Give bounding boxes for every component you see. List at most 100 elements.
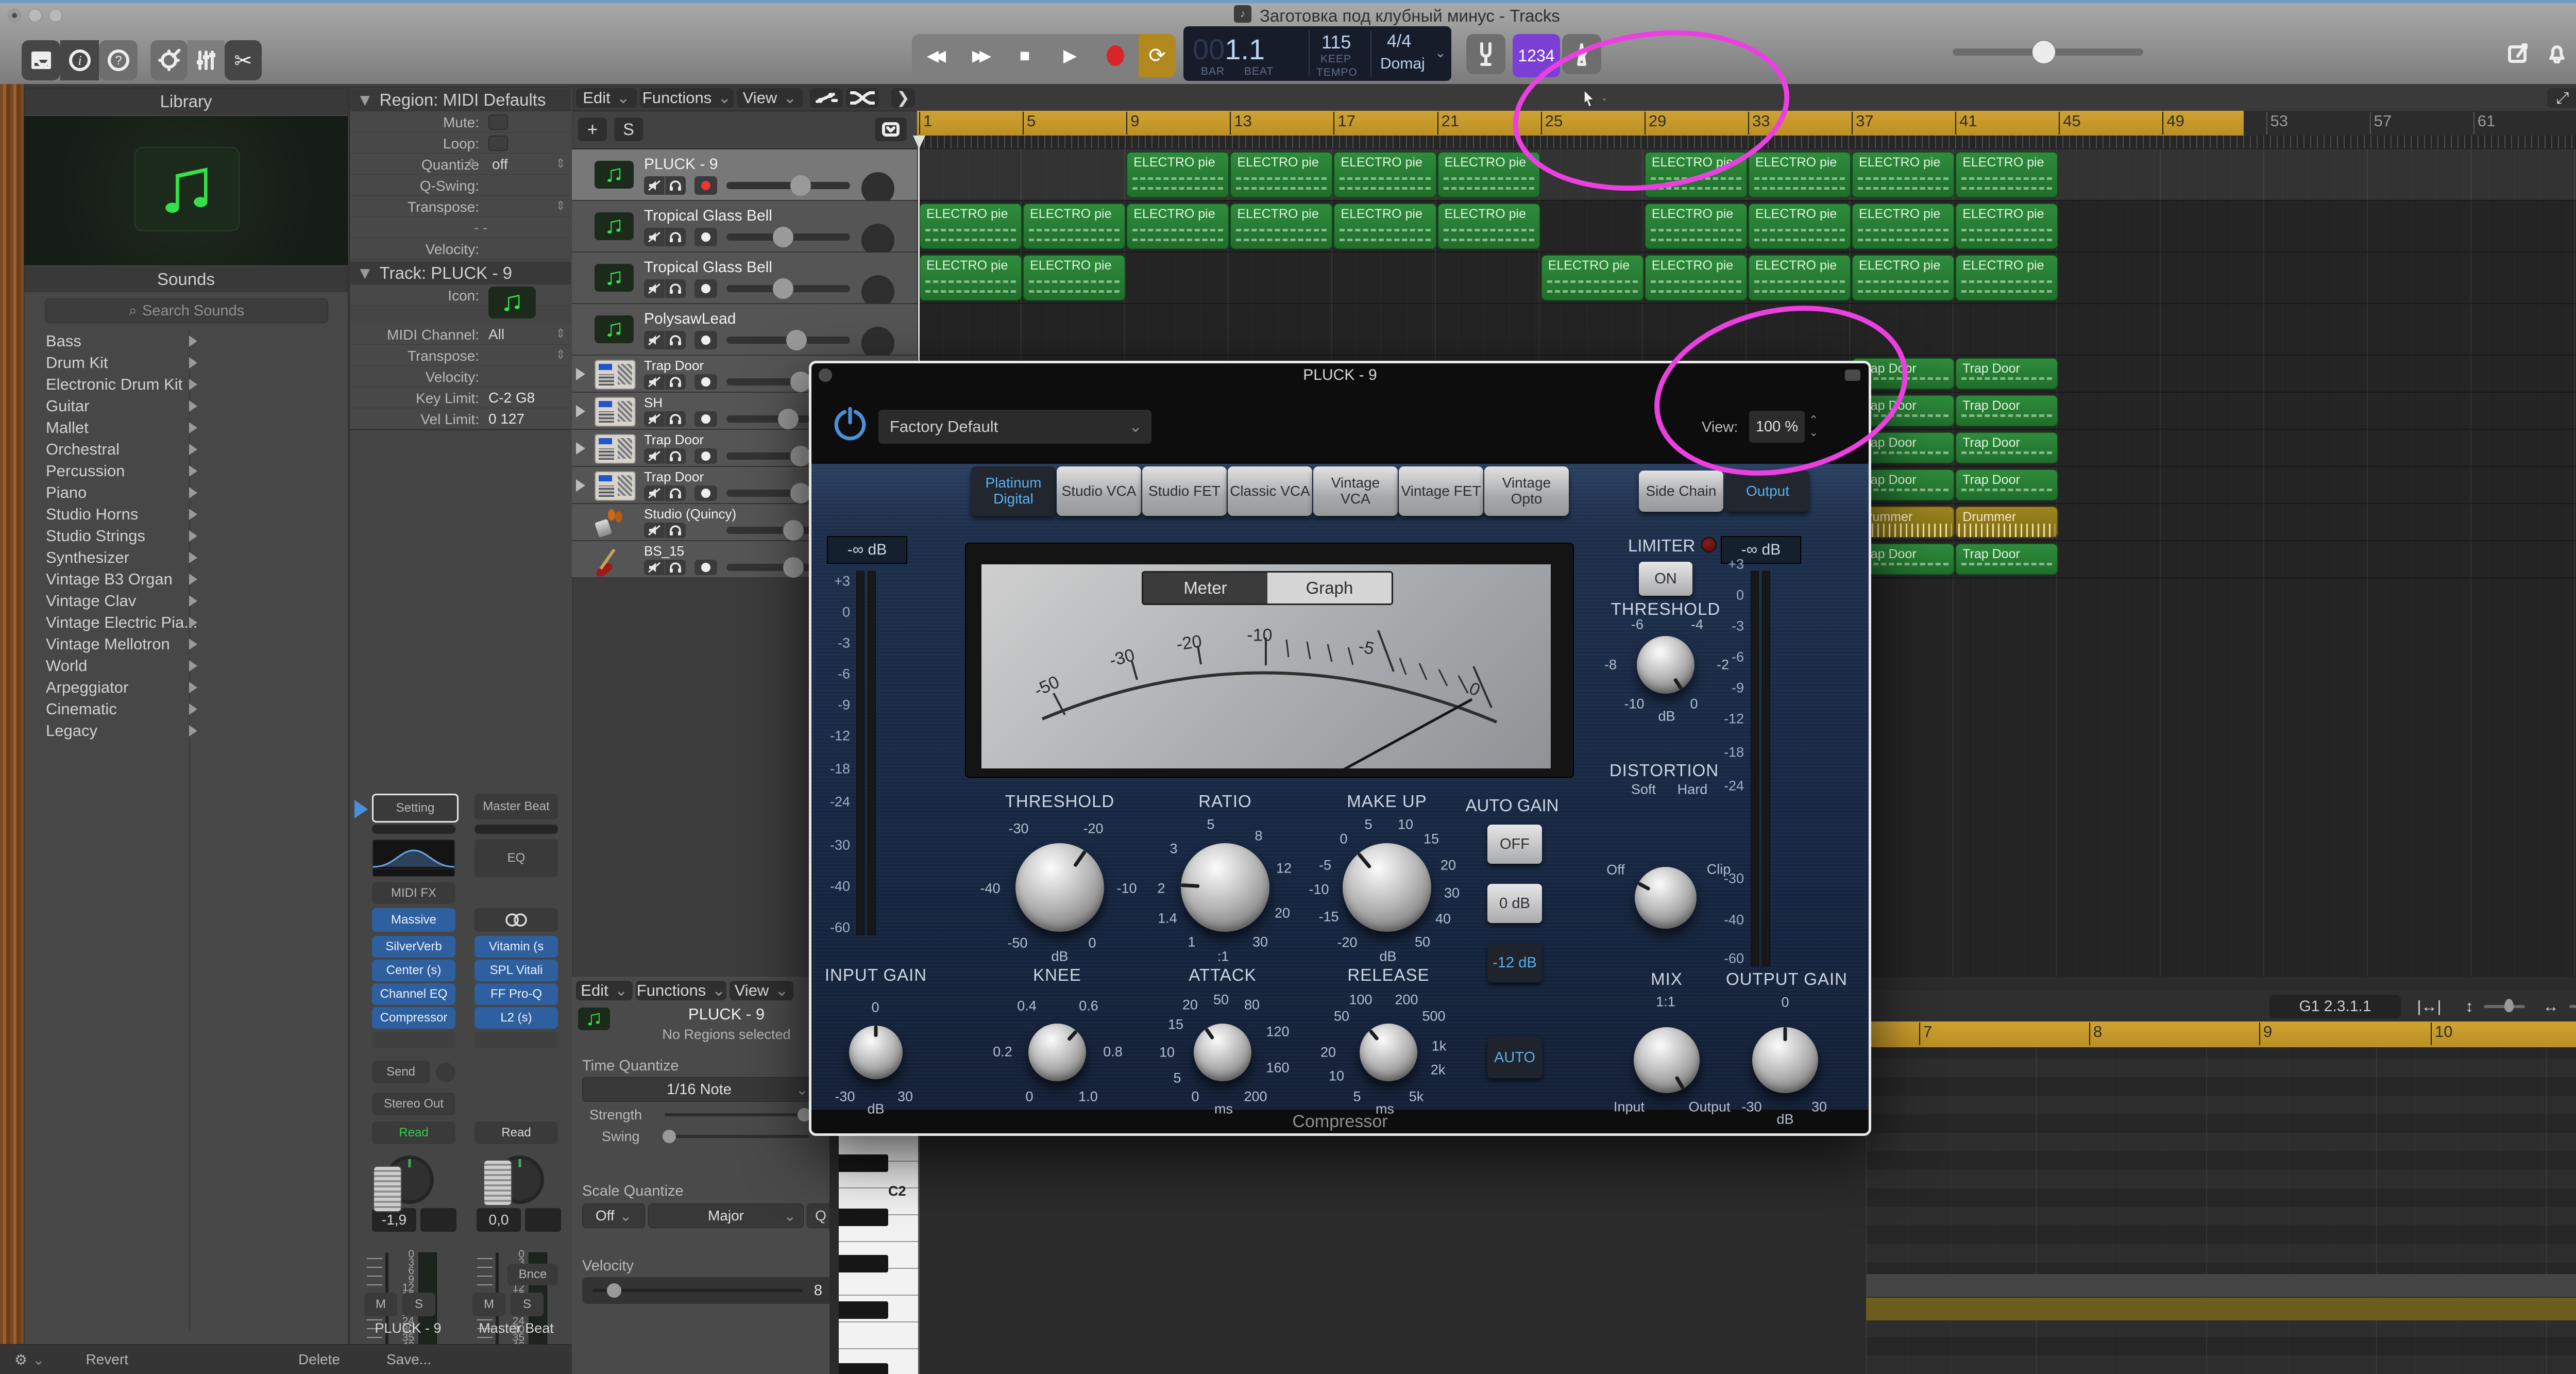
output-button[interactable]: Output [1726,471,1809,512]
tab-studio-fet[interactable]: Studio FET [1142,466,1227,516]
knob-threshold[interactable] [1637,636,1694,694]
ruler-bar-21[interactable]: 21 [1437,112,1459,135]
ruler-bar-49[interactable]: 49 [2162,112,2184,135]
library-item-synthesizer[interactable]: Synthesizer [24,547,211,568]
auto-gain-0-db[interactable]: 0 dB [1487,884,1542,923]
swing-slider[interactable] [665,1135,809,1138]
master-fx-empty-slot[interactable] [474,1032,558,1048]
track-icon-well[interactable] [488,287,536,319]
region-trap-door[interactable]: Trap Door [1955,358,2058,390]
auto-gain-off[interactable]: OFF [1487,825,1542,864]
revert-button[interactable]: Revert [86,1351,128,1368]
audio-fx-slot-4[interactable]: Compressor [372,1007,455,1029]
automation-mode-button[interactable]: Read [372,1121,455,1144]
region-trap-door[interactable]: Trap Door [1955,395,2058,427]
master-eq-slot[interactable]: EQ [474,839,558,877]
knob-make-up[interactable] [1343,843,1431,932]
region-electro-pie[interactable]: ELECTRO pie [1645,255,1748,301]
track-mute-button[interactable] [644,176,665,195]
black-key[interactable] [839,1363,888,1374]
strength-slider[interactable] [665,1113,809,1116]
track-mute-button[interactable] [644,523,665,538]
region-electro-pie[interactable]: ELECTRO pie [1955,255,2058,301]
master-fx-slot-2[interactable]: SPL Vitali [474,960,558,981]
region-electro-pie[interactable]: ELECTRO pie [1333,152,1436,198]
track-mute-button[interactable] [644,485,665,501]
disclosure-triangle[interactable] [576,405,585,417]
limiter-on-button[interactable]: ON [1639,562,1692,596]
ruler-bar-53[interactable]: 53 [2266,112,2288,135]
editor-grid[interactable] [1866,1047,2576,1374]
region-electro-pie[interactable]: ELECTRO pie [1645,203,1748,249]
rewind-button[interactable]: ◀◀ [912,34,956,77]
region-electro-pie[interactable]: ELECTRO pie [1852,152,1955,198]
region-electro-pie[interactable]: ELECTRO pie [919,255,1022,301]
tab-studio-vca[interactable]: Studio VCA [1057,466,1141,516]
library-item-drum-kit[interactable]: Drum Kit [24,352,211,374]
key-limit-value[interactable]: C-2 G8 [488,390,535,406]
track-solo-button[interactable] [665,374,686,390]
region-electro-pie[interactable]: ELECTRO pie [1541,255,1644,301]
ruler-bar-17[interactable]: 17 [1333,112,1355,135]
piano-keyboard[interactable]: C2 [839,1134,920,1374]
channel-mute-button[interactable]: M [364,1293,397,1316]
track-record-enable-button[interactable] [694,331,717,349]
disclosure-triangle[interactable] [576,368,585,380]
track-record-enable-button[interactable] [694,411,717,427]
quick-help-button[interactable]: ? [99,40,138,80]
track-mute-button[interactable] [644,560,665,575]
library-item-arpeggiator[interactable]: Arpeggiator [24,677,211,698]
add-track-button[interactable]: + [578,118,607,141]
region-electro-pie[interactable]: ELECTRO pie [1437,152,1540,198]
track-record-enable-button[interactable] [694,485,717,501]
region-electro-pie[interactable]: ELECTRO pie [1023,255,1126,301]
ruler-bar-5[interactable]: 5 [1023,112,1036,135]
track-volume-thumb[interactable] [790,372,811,392]
editor-view-menu[interactable]: View⌄ [730,981,793,1000]
black-key[interactable] [839,1209,888,1226]
master-bounce-button[interactable]: Bnce [507,1264,558,1285]
notifications-bell-icon[interactable] [2544,41,2570,65]
track-mute-button[interactable] [644,279,665,298]
knob-output-gain[interactable] [1752,1027,1818,1093]
library-item-electronic-drum-kit[interactable]: Electronic Drum Kit [24,374,211,395]
mixer-toggle-button[interactable] [188,40,225,80]
library-item-orchestral[interactable]: Orchestral [24,439,211,460]
track-record-enable-button[interactable] [694,560,717,575]
send-slot[interactable]: Send [372,1061,430,1083]
channel-solo-button[interactable]: S [402,1293,435,1316]
scale-quantize-scale-select[interactable]: Major⌄ [648,1203,804,1228]
knob-input-gain[interactable] [849,1026,903,1079]
black-key[interactable] [839,1154,888,1172]
quantize-value[interactable]: off [492,156,508,173]
inspector-toggle-button[interactable]: i [60,40,99,80]
track-inspector-header[interactable]: ▼Track: PLUCK - 9 [350,262,571,284]
gear-icon[interactable]: ⚙ [14,1351,27,1368]
black-key[interactable] [839,1255,888,1272]
library-item-percussion[interactable]: Percussion [24,460,211,482]
horizontal-zoom-slider[interactable]: ↔ [2536,995,2576,1018]
ruler-bar-37[interactable]: 37 [1852,112,1873,135]
region-inspector-header[interactable]: ▼Region: MIDI Defaults [350,89,571,111]
midi-channel-stepper-icon[interactable]: ⇕ [555,326,566,341]
play-button[interactable]: ▶ [1048,34,1092,77]
search-sounds-input[interactable]: ⌕Search Sounds [45,298,328,323]
disclosure-triangle[interactable] [576,442,585,455]
ruler-bar-57[interactable]: 57 [2370,112,2392,135]
track-sort-button[interactable]: S [614,118,643,141]
audio-fx-slot-3[interactable]: Channel EQ [372,983,455,1005]
editor-functions-menu[interactable]: Functions⌄ [636,981,726,1000]
track-header-pluck-9[interactable]: PLUCK - 9LR [572,149,918,201]
forward-button[interactable]: ▶▶ [957,34,1002,77]
master-stereo-format-button[interactable] [474,908,558,932]
track-solo-button[interactable] [665,411,686,427]
ruler-dark[interactable] [2244,111,2576,137]
region-electro-pie[interactable]: ELECTRO pie [1126,203,1229,249]
master-fx-slot-4[interactable]: L2 (s) [474,1007,558,1029]
ruler-bar-9[interactable]: 9 [1126,112,1139,135]
region-trap-door[interactable]: Trap Door [1955,432,2058,464]
vel-limit-value[interactable]: 0 127 [488,411,524,427]
automation-toggle-icon[interactable] [810,88,843,108]
knob-mix[interactable] [1634,1027,1700,1093]
channel-fader-thumb[interactable] [373,1166,402,1212]
